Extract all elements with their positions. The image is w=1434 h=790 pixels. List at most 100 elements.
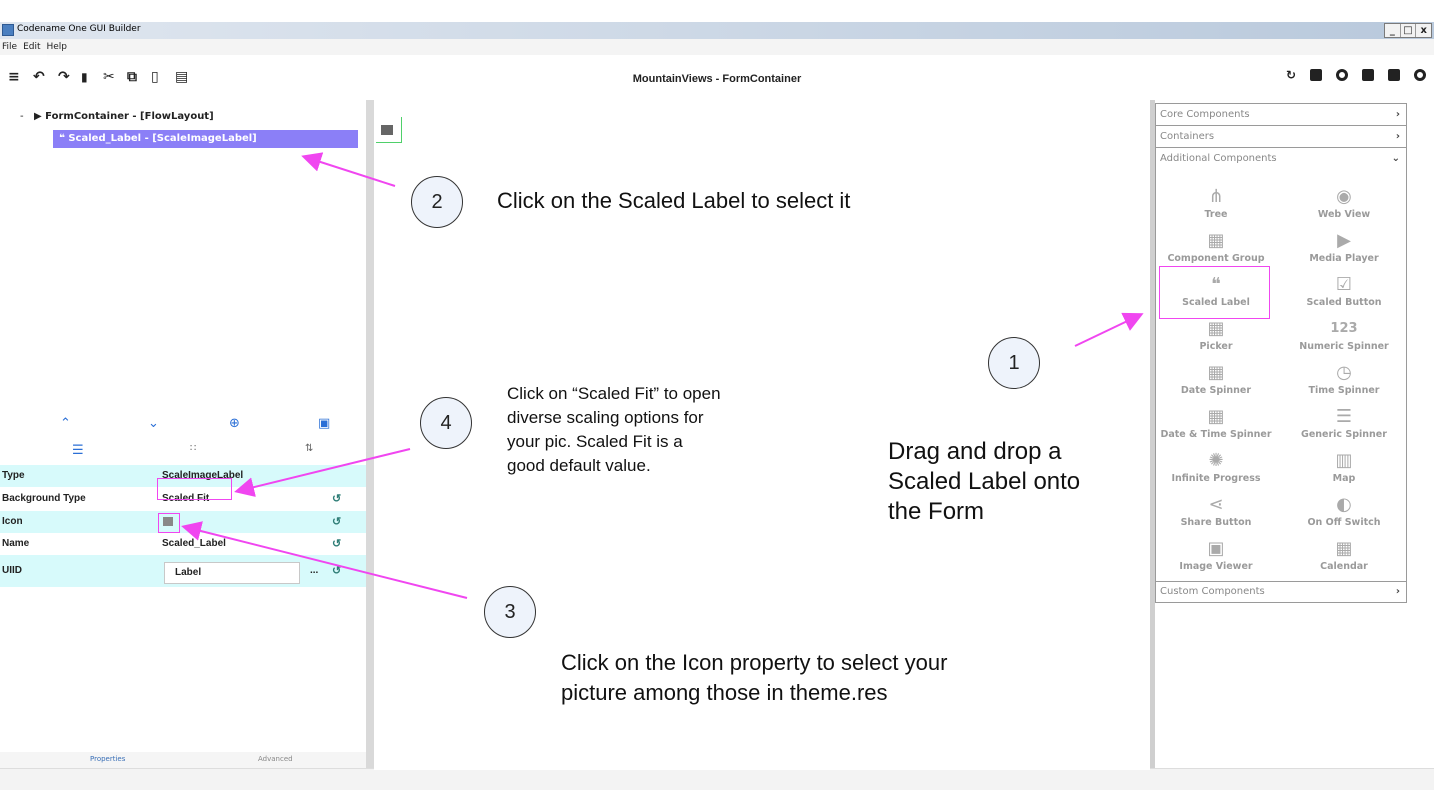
step-3-line: Click on the Icon property to select you… xyxy=(561,650,948,675)
close-button[interactable]: x xyxy=(1416,24,1431,37)
palette-item-calendar[interactable]: ▦ Calendar xyxy=(1284,537,1404,581)
chevron-down-icon[interactable]: ⌄ xyxy=(148,416,159,431)
save-component-icon[interactable]: ▣ xyxy=(318,416,330,431)
window-controls: _ □ x xyxy=(1384,23,1432,38)
menu-help[interactable]: Help xyxy=(47,39,68,55)
property-name: Icon xyxy=(2,516,23,527)
image-placeholder-icon xyxy=(381,125,393,135)
uiid-field[interactable]: Label xyxy=(164,562,300,584)
step-3-marker: 3 xyxy=(484,586,536,638)
play-icon: ▶ xyxy=(1337,230,1351,251)
palette-section-label: Custom Components xyxy=(1160,586,1265,597)
step-4-line: diverse scaling options for xyxy=(507,408,704,427)
step-1-line: the Form xyxy=(888,498,985,525)
palette-item-on-off-switch[interactable]: ◐ On Off Switch xyxy=(1284,493,1404,537)
chevron-up-icon[interactable]: ⌃ xyxy=(60,416,71,431)
image-icon[interactable] xyxy=(1362,69,1374,81)
preview-icon[interactable] xyxy=(1310,69,1322,81)
palette-item-picker[interactable]: ▦ Picker xyxy=(1156,317,1276,361)
palette-item-numeric-spinner[interactable]: 123 Numeric Spinner xyxy=(1284,317,1404,361)
palette-item-date-spinner[interactable]: ▦ Date Spinner xyxy=(1156,361,1276,405)
tree-icon: ⋔ xyxy=(1208,186,1224,207)
property-name: Background Type xyxy=(2,493,86,504)
left-splitter[interactable] xyxy=(366,100,374,770)
image-icon: ▣ xyxy=(1207,538,1225,559)
spinner-icon: ✺ xyxy=(1208,450,1224,471)
property-row-icon[interactable]: Icon ↺ xyxy=(0,511,366,533)
menu-edit[interactable]: Edit xyxy=(23,39,40,55)
palette-item-tree[interactable]: ⋔ Tree xyxy=(1156,185,1276,229)
bottom-tabs: Properties Advanced xyxy=(0,752,366,768)
palette-additional-components[interactable]: Additional Components ⌄ xyxy=(1155,147,1407,169)
menu-file[interactable]: File xyxy=(2,39,17,55)
component-palette: Core Components › Containers › Additiona… xyxy=(1155,103,1407,603)
window-title: Codename One GUI Builder xyxy=(17,24,141,34)
tree-root-node[interactable]: ▶ FormContainer - [FlowLayout] xyxy=(34,111,214,122)
tree-collapse-toggle[interactable]: - xyxy=(20,111,24,122)
step-4-line: Click on “Scaled Fit” to open xyxy=(507,384,721,403)
palette-item-time-spinner[interactable]: ◷ Time Spinner xyxy=(1284,361,1404,405)
palette-item-web-view[interactable]: ◉ Web View xyxy=(1284,185,1404,229)
toolbar: ≡ ↶ ↷ ▮ ✂ ⧉ ▯ ▤ MountainViews - FormCont… xyxy=(0,57,1434,97)
toggle-icon: ◐ xyxy=(1336,494,1352,515)
maximize-button[interactable]: □ xyxy=(1401,24,1417,37)
scaled-label-highlight xyxy=(1159,266,1270,319)
add-circle-icon[interactable]: ⊕ xyxy=(229,416,240,431)
minimize-button[interactable]: _ xyxy=(1385,24,1401,37)
save-icon[interactable] xyxy=(1388,69,1400,81)
palette-item-map[interactable]: ▥ Map xyxy=(1284,449,1404,493)
property-view-tabs: ☰ ∷ ⇅ xyxy=(0,441,366,463)
palette-grid: ⋔ Tree ◉ Web View ▦ Component Group ▶ Media … xyxy=(1155,169,1407,589)
step-3-note: Click on the Icon property to select you… xyxy=(561,648,947,708)
share-icon: ⋖ xyxy=(1208,494,1224,515)
property-name: UIID xyxy=(2,565,22,576)
background-type-highlight xyxy=(157,478,232,500)
uiid-ellipsis[interactable]: ... xyxy=(310,555,318,587)
refresh-icon[interactable]: ↻ xyxy=(1286,69,1296,81)
palette-item-generic-spinner[interactable]: ☰ Generic Spinner xyxy=(1284,405,1404,449)
step-1-line: Drag and drop a xyxy=(888,438,1062,465)
palette-item-share-button[interactable]: ⋖ Share Button xyxy=(1156,493,1276,537)
calendar-icon: ▦ xyxy=(1207,362,1225,383)
palette-containers[interactable]: Containers › xyxy=(1155,125,1407,147)
settings-icon[interactable] xyxy=(1414,69,1426,81)
chevron-right-icon: › xyxy=(1395,109,1400,120)
palette-item-date-time-spinner[interactable]: ▦ Date & Time Spinner xyxy=(1156,405,1276,449)
app-icon xyxy=(2,24,14,36)
tree-node-scaled-label[interactable]: ❝ Scaled_Label - [ScaleImageLabel] xyxy=(53,130,358,148)
palette-core-components[interactable]: Core Components › xyxy=(1155,103,1407,125)
canvas-scaled-label[interactable] xyxy=(376,117,402,143)
tree-root-label: FormContainer - [FlowLayout] xyxy=(45,111,214,122)
palette-section-label: Additional Components xyxy=(1160,153,1277,164)
reset-icon[interactable]: ↺ xyxy=(332,555,341,587)
calendar-icon: ▦ xyxy=(1207,406,1225,427)
step-1-note: Drag and drop a Scaled Label onto the Fo… xyxy=(888,437,1080,527)
palette-custom-components[interactable]: Custom Components › xyxy=(1155,581,1407,603)
tab-properties[interactable]: Properties xyxy=(90,755,125,763)
sort-icon[interactable]: ⇅ xyxy=(305,443,313,454)
property-value: Scaled_Label xyxy=(162,538,226,549)
chevron-right-icon: › xyxy=(1395,586,1400,597)
calendar-icon: ▦ xyxy=(1207,318,1225,339)
reset-icon[interactable]: ↺ xyxy=(332,533,341,555)
icon-highlight xyxy=(158,513,180,533)
palette-item-infinite-progress[interactable]: ✺ Infinite Progress xyxy=(1156,449,1276,493)
step-1-marker: 1 xyxy=(988,337,1040,389)
step-3-line: picture among those in theme.res xyxy=(561,680,888,705)
list-view-icon[interactable]: ☰ xyxy=(72,443,84,458)
step-2-note: Click on the Scaled Label to select it xyxy=(497,188,851,213)
tab-advanced[interactable]: Advanced xyxy=(258,755,293,763)
palette-item-scaled-button[interactable]: ☑ Scaled Button xyxy=(1284,273,1404,317)
globe-icon: ◉ xyxy=(1336,186,1352,207)
reset-icon[interactable]: ↺ xyxy=(332,511,341,533)
property-name: Type xyxy=(2,470,25,481)
palette-section-label: Containers xyxy=(1160,131,1215,142)
taskbar xyxy=(0,768,1434,790)
property-row-name[interactable]: Name Scaled_Label ↺ xyxy=(0,533,366,555)
theme-icon[interactable] xyxy=(1336,69,1348,81)
palette-item-image-viewer[interactable]: ▣ Image Viewer xyxy=(1156,537,1276,581)
grid-view-icon[interactable]: ∷ xyxy=(190,443,196,454)
palette-item-media-player[interactable]: ▶ Media Player xyxy=(1284,229,1404,273)
reset-icon[interactable]: ↺ xyxy=(332,487,341,511)
step-4-line: good default value. xyxy=(507,456,651,475)
